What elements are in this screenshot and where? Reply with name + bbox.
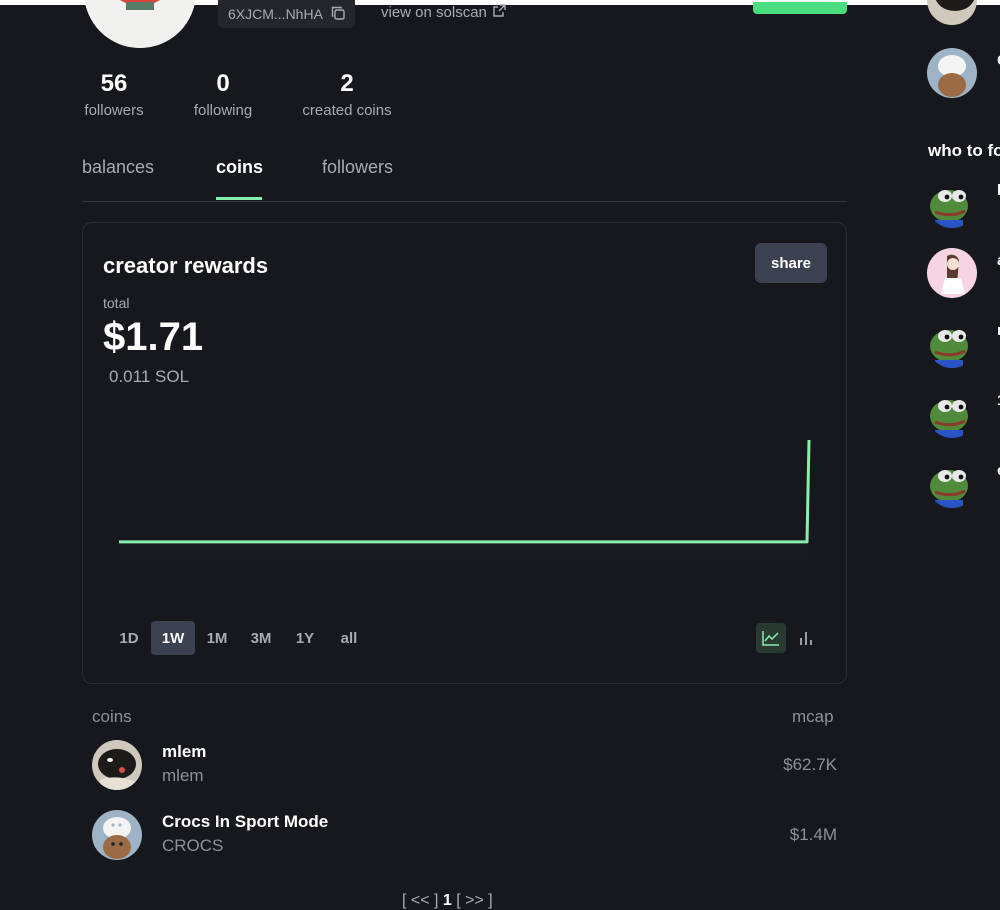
- card-title: creator rewards: [103, 253, 269, 278]
- total-label: total: [103, 295, 130, 311]
- external-link-icon: [493, 4, 506, 21]
- wallet-address-pill[interactable]: 6XJCM...NhHA: [218, 0, 355, 28]
- stat-label: created coins: [302, 102, 392, 119]
- coin-name: Crocs In Sport Mode: [162, 812, 329, 831]
- mcap-column-header[interactable]: mcap: [792, 707, 834, 727]
- view-on-solscan-link[interactable]: view on solscan: [381, 4, 506, 21]
- coin-ticker: mlem: [162, 766, 204, 785]
- solscan-label: view on solscan: [381, 4, 487, 21]
- stat-value: 2: [340, 70, 354, 97]
- suggestion-avatar-pepe[interactable]: [927, 388, 977, 438]
- coins-column-header: coins: [92, 707, 132, 726]
- time-range-selector: 1D 1W 1M 3M 1Y all: [107, 621, 371, 655]
- suggestion-avatar-pepe[interactable]: [927, 178, 977, 228]
- range-all[interactable]: all: [327, 621, 371, 655]
- coin-mcap: $62.7K: [783, 755, 837, 774]
- share-button[interactable]: share: [755, 243, 827, 283]
- range-1w[interactable]: 1W: [151, 621, 195, 655]
- follow-button[interactable]: [753, 2, 847, 14]
- stat-created-coins[interactable]: 2 created coins: [297, 70, 397, 119]
- sidebar-avatar[interactable]: [927, 0, 977, 25]
- tab-coins[interactable]: coins: [216, 157, 263, 178]
- coin-thumbnail: [92, 740, 142, 790]
- stat-value: 0: [216, 70, 230, 97]
- next-page-button[interactable]: [ >> ]: [456, 892, 492, 909]
- wallet-address: 6XJCM...NhHA: [228, 6, 323, 22]
- bar-chart-icon[interactable]: [791, 623, 821, 653]
- creator-rewards-card: creator rewards share total $1.71 0.011 …: [82, 222, 847, 684]
- profile-tabs: balances coins followers: [82, 155, 847, 202]
- stat-value: 56: [100, 70, 128, 97]
- who-to-follow-heading: who to fo: [928, 141, 1000, 160]
- total-sol-value: 0.011 SOL: [109, 367, 190, 386]
- current-page: 1: [442, 892, 452, 909]
- rewards-chart[interactable]: [113, 418, 823, 588]
- prev-page-button[interactable]: [ << ]: [402, 892, 438, 909]
- range-1y[interactable]: 1Y: [283, 621, 327, 655]
- coin-name: mlem: [162, 742, 207, 761]
- tab-followers[interactable]: followers: [322, 157, 393, 178]
- suggestion-avatar-anime[interactable]: [927, 248, 977, 298]
- suggestion-avatar-pepe[interactable]: [927, 458, 977, 508]
- coin-row-crocs[interactable]: Crocs In Sport Mode CROCS $1.4M: [92, 810, 837, 860]
- chart-series-line: [119, 439, 811, 544]
- active-tab-indicator: [216, 197, 262, 200]
- line-chart-icon[interactable]: [756, 623, 786, 653]
- total-usd-value: $1.71: [103, 315, 204, 359]
- sidebar-avatar[interactable]: [927, 48, 977, 98]
- profile-avatar: [84, 0, 196, 48]
- stat-label: followers: [84, 102, 144, 119]
- tab-balances[interactable]: balances: [82, 157, 154, 178]
- range-3m[interactable]: 3M: [239, 621, 283, 655]
- range-1m[interactable]: 1M: [195, 621, 239, 655]
- chart-area-fill: [119, 440, 809, 584]
- suggestion-avatar-pepe[interactable]: [927, 318, 977, 368]
- stat-following[interactable]: 0 following: [190, 70, 256, 119]
- copy-icon[interactable]: [331, 6, 345, 23]
- stat-label: following: [193, 102, 253, 119]
- stat-followers[interactable]: 56 followers: [82, 70, 146, 119]
- coin-thumbnail: [92, 810, 142, 860]
- coin-ticker: CROCS: [162, 836, 224, 855]
- coin-mcap: $1.4M: [789, 825, 837, 844]
- pagination: [ << ] 1 [ >> ]: [402, 892, 493, 910]
- range-1d[interactable]: 1D: [107, 621, 151, 655]
- coin-row-mlem[interactable]: mlem mlem $62.7K: [92, 740, 837, 790]
